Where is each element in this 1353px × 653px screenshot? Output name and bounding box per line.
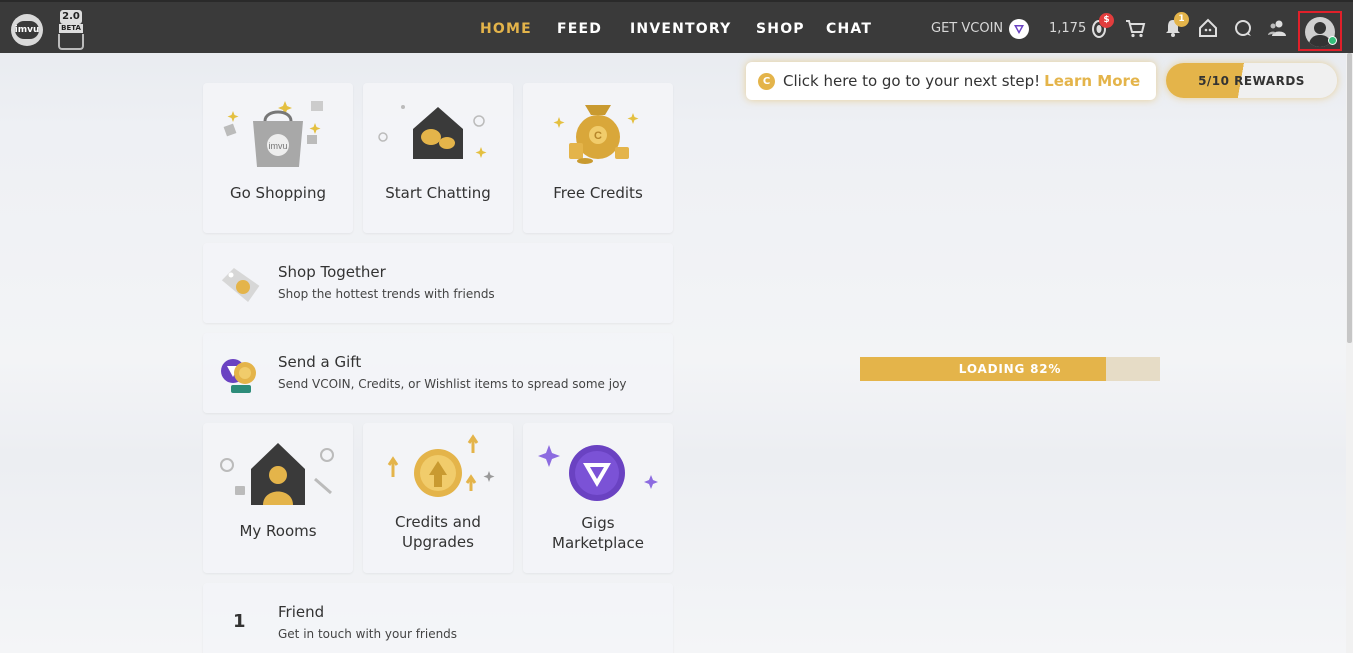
friends-icon[interactable]: [1264, 15, 1290, 41]
chat-house-icon: [378, 105, 487, 159]
chat-bubble-icon[interactable]: [1230, 15, 1256, 41]
next-step-banner[interactable]: C Click here to go to your next step! Le…: [746, 62, 1156, 100]
my-rooms-label: My Rooms: [239, 522, 317, 540]
profile-avatar-button[interactable]: [1298, 11, 1342, 51]
friend-title: Friend: [278, 603, 325, 621]
shop-together-subtitle: Shop the hottest trends with friends: [278, 287, 495, 301]
credits-count[interactable]: 1,175: [1049, 2, 1086, 55]
next-step-text: Click here to go to your next step!: [783, 72, 1041, 90]
gigs-label-line2: Marketplace: [552, 534, 644, 552]
start-chatting-card[interactable]: Start Chatting: [363, 83, 513, 233]
vcoin-badge-icon: [538, 445, 658, 501]
nav-shop[interactable]: SHOP: [756, 2, 805, 55]
svg-text:C: C: [594, 130, 602, 142]
free-credits-label: Free Credits: [553, 184, 643, 202]
upgrade-arrow-coin-icon: [387, 434, 495, 497]
free-credits-card[interactable]: C Free Credits: [523, 83, 673, 233]
imvu-logo[interactable]: imvu: [11, 14, 43, 46]
get-vcoin-link[interactable]: GET VCOIN: [931, 2, 1003, 55]
credits-upgrades-label-line1: Credits and: [395, 513, 481, 531]
learn-more-link[interactable]: Learn More: [1044, 72, 1140, 90]
scrollbar-thumb[interactable]: [1347, 53, 1352, 343]
go-shopping-card[interactable]: imvu Go Shopping: [203, 83, 353, 233]
online-status-dot: [1328, 36, 1337, 45]
loading-text: LOADING 82%: [958, 362, 1062, 376]
shopping-bag-icon: imvu: [223, 101, 323, 167]
vcoin-icon[interactable]: [1009, 19, 1029, 39]
start-chatting-label: Start Chatting: [385, 184, 491, 202]
dollar-badge: $: [1099, 13, 1114, 28]
my-rooms-card[interactable]: My Rooms: [203, 423, 353, 573]
shop-together-card[interactable]: Shop Together Shop the hottest trends wi…: [203, 243, 673, 323]
rewards-progress-button[interactable]: 5/10 REWARDS: [1166, 63, 1337, 98]
price-tag-icon: [221, 267, 260, 303]
nav-home[interactable]: HOME: [480, 2, 532, 55]
room-house-icon: [220, 443, 334, 505]
credits-upgrades-card[interactable]: Credits and Upgrades: [363, 423, 513, 573]
go-shopping-label: Go Shopping: [229, 184, 326, 202]
room-home-icon[interactable]: [1195, 15, 1221, 41]
notification-badge: 1: [1174, 12, 1189, 27]
top-navigation-bar: imvu 2.0 BETA HOME FEED INVENTORY SHOP C…: [0, 0, 1353, 53]
send-gift-title: Send a Gift: [278, 353, 362, 371]
nav-feed[interactable]: FEED: [557, 2, 602, 55]
shop-together-title: Shop Together: [278, 263, 386, 281]
money-bag-icon: C: [553, 105, 639, 164]
nav-chat[interactable]: CHAT: [826, 2, 872, 55]
throne-icon: [58, 34, 84, 50]
friends-card[interactable]: 1 Friend Get in touch with your friends: [203, 583, 673, 653]
logo-text: imvu: [15, 21, 39, 39]
friend-count: 1: [233, 611, 246, 632]
gigs-marketplace-card[interactable]: Gigs Marketplace: [523, 423, 673, 573]
nav-inventory[interactable]: INVENTORY: [630, 2, 731, 55]
loading-progress-bar: LOADING 82%: [860, 357, 1160, 381]
gigs-label-line1: Gigs: [581, 514, 615, 532]
credits-upgrades-label-line2: Upgrades: [402, 533, 474, 551]
credit-coin-icon: C: [758, 72, 775, 90]
send-gift-subtitle: Send VCOIN, Credits, or Wishlist items t…: [278, 377, 627, 391]
svg-text:imvu: imvu: [268, 141, 287, 151]
page-scrollbar[interactable]: [1346, 53, 1353, 653]
gift-coins-icon: [221, 359, 256, 393]
friend-subtitle: Get in touch with your friends: [278, 627, 458, 641]
send-gift-card[interactable]: Send a Gift Send VCOIN, Credits, or Wish…: [203, 333, 673, 413]
beta-label: BETA: [59, 24, 83, 33]
beta-badge[interactable]: 2.0 BETA: [55, 9, 87, 51]
cart-icon[interactable]: [1122, 15, 1148, 41]
beta-version: 2.0: [60, 10, 82, 24]
